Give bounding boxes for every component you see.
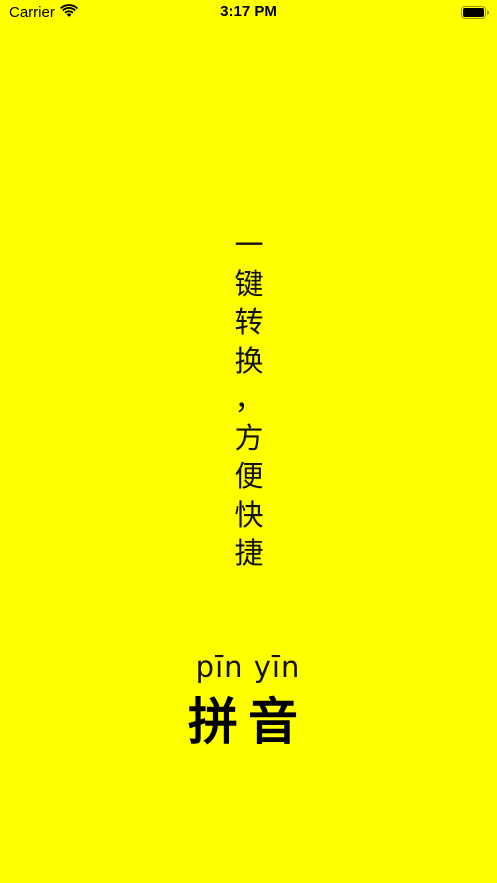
logo-pinyin: pīn yīn bbox=[195, 650, 301, 684]
slogan-char: ， bbox=[234, 382, 264, 416]
slogan-char: 快 bbox=[234, 497, 264, 532]
battery-icon bbox=[461, 6, 489, 19]
slogan-char: 换 bbox=[234, 343, 264, 378]
status-bar: Carrier 3:17 PM bbox=[0, 0, 497, 26]
splash-screen: Carrier 3:17 PM 一 键 转 换 ， 方 便 快 捷 pīn yī… bbox=[0, 0, 497, 883]
slogan-char: 键 bbox=[234, 266, 264, 301]
slogan-char: 便 bbox=[234, 459, 264, 493]
slogan-char: 转 bbox=[234, 305, 264, 339]
slogan-char: 一 bbox=[234, 228, 264, 262]
status-time: 3:17 PM bbox=[220, 3, 277, 20]
slogan-char: 捷 bbox=[234, 536, 264, 570]
app-logo: pīn yīn 拼音 bbox=[178, 650, 318, 760]
vertical-slogan: 一 键 转 换 ， 方 便 快 捷 bbox=[229, 226, 269, 573]
logo-hanzi: 拼音 bbox=[188, 693, 308, 751]
slogan-char: 方 bbox=[234, 420, 264, 455]
